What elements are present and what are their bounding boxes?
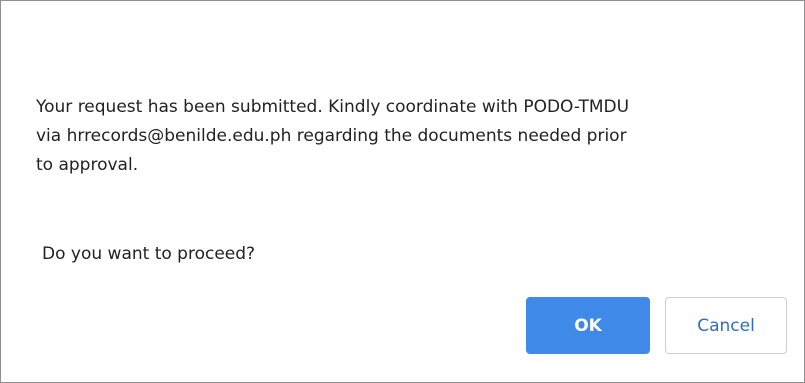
message-line-2: via hrrecords@benilde.edu.ph regarding t…: [36, 126, 627, 146]
dialog-question: Do you want to proceed?: [42, 244, 256, 264]
dialog-message: Your request has been submitted. Kindly …: [36, 93, 776, 180]
confirm-dialog: Your request has been submitted. Kindly …: [0, 0, 805, 383]
message-line-1: Your request has been submitted. Kindly …: [36, 97, 630, 117]
cancel-button[interactable]: Cancel: [665, 297, 787, 354]
message-line-3: to approval.: [36, 155, 139, 175]
ok-button[interactable]: OK: [526, 297, 650, 354]
